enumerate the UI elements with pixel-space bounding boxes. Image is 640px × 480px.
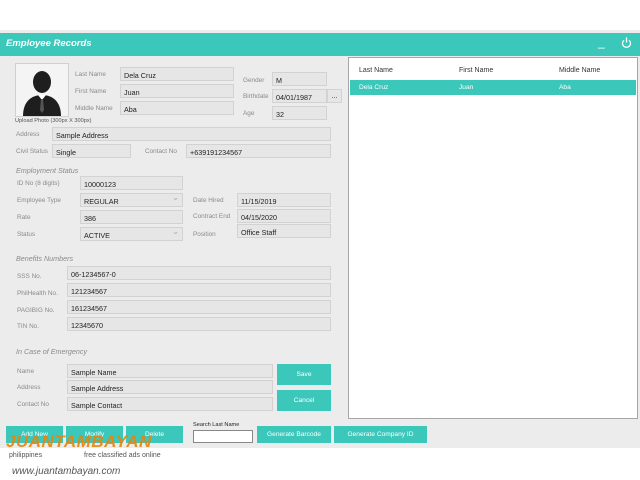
contact-no-label: Contact No [145, 148, 177, 155]
gender-field[interactable]: M [272, 72, 327, 86]
position-field[interactable]: Office Staff [237, 224, 331, 238]
emergency-address-label: Address [17, 384, 41, 391]
rate-label: Rate [17, 214, 31, 221]
first-name-label: First Name [75, 88, 107, 95]
generate-company-id-button[interactable]: Generate Company ID [334, 426, 427, 443]
birthdate-label: Birthdate [243, 93, 269, 100]
contract-end-field[interactable]: 04/15/2020 [237, 209, 331, 223]
philhealth-label: PhilHealth No. [17, 290, 58, 297]
employment-status-heading: Employment Status [16, 166, 79, 175]
date-hired-label: Date Hired [193, 197, 224, 204]
pagibig-field[interactable]: 161234567 [67, 300, 331, 314]
gender-label: Gender [243, 77, 265, 84]
position-label: Position [193, 231, 216, 238]
photo-caption: Upload Photo (300px X 300px) [15, 118, 92, 124]
title-bar: Employee Records _ [0, 33, 640, 56]
middle-name-label: Middle Name [75, 105, 113, 112]
civil-status-field[interactable]: Single [52, 144, 131, 158]
rate-field[interactable]: 386 [80, 210, 183, 224]
age-field[interactable]: 32 [272, 106, 327, 120]
window-title: Employee Records [6, 38, 92, 49]
watermark-logo: JUANTAMBAYAN philippines free classified… [6, 432, 196, 466]
table-row[interactable]: Dela Cruz Juan Aba [350, 80, 636, 95]
last-name-label: Last Name [75, 71, 106, 78]
id-no-field[interactable]: 10000123 [80, 176, 183, 190]
employee-type-dropdown[interactable]: REGULAR [80, 193, 183, 207]
minimize-button[interactable]: _ [598, 35, 605, 49]
pagibig-label: PAGIBIG No. [17, 307, 55, 314]
watermark-tagline: free classified ads online [84, 452, 161, 459]
sss-label: SSS No. [17, 273, 42, 280]
watermark-url: www.juantambayan.com [12, 466, 121, 477]
first-name-field[interactable]: Juan [120, 84, 234, 98]
tin-label: TIN No. [17, 323, 40, 330]
power-icon[interactable] [621, 37, 632, 49]
emergency-heading: In Case of Emergency [16, 347, 88, 356]
photo-upload[interactable] [15, 63, 69, 117]
column-header-middle-name[interactable]: Middle Name [559, 67, 600, 74]
employee-type-label: Employee Type [17, 197, 61, 204]
emergency-address-field[interactable]: Sample Address [67, 380, 273, 394]
emergency-name-label: Name [17, 368, 35, 375]
civil-status-label: Civil Status [16, 148, 48, 155]
search-input[interactable] [193, 430, 253, 443]
status-dropdown[interactable]: ACTIVE [80, 227, 183, 241]
column-header-first-name[interactable]: First Name [459, 67, 493, 74]
date-picker-button[interactable]: ... [327, 89, 342, 103]
emergency-name-field[interactable]: Sample Name [67, 364, 273, 378]
age-label: Age [243, 110, 255, 117]
emergency-contact-label: Contact No [17, 401, 49, 408]
cell-first-name: Juan [459, 84, 474, 91]
benefits-numbers-heading: Benefits Numbers [16, 254, 74, 263]
tin-field[interactable]: 12345670 [67, 317, 331, 331]
cell-middle-name: Aba [559, 84, 571, 91]
cell-last-name: Dela Cruz [359, 84, 389, 91]
watermark-brand: JUANTAMBAYAN [6, 432, 152, 451]
address-label: Address [16, 131, 40, 138]
birthdate-field[interactable]: 04/01/1987 [272, 89, 327, 103]
status-label: Status [17, 231, 36, 238]
philhealth-field[interactable]: 121234567 [67, 283, 331, 297]
contract-end-label: Contract End [193, 213, 231, 220]
cancel-button[interactable]: Cancel [277, 390, 331, 411]
emergency-contact-field[interactable]: Sample Contact [67, 397, 273, 411]
generate-barcode-button[interactable]: Generate Barcode [257, 426, 331, 443]
employee-grid[interactable]: Last Name First Name Middle Name Dela Cr… [348, 57, 638, 419]
last-name-field[interactable]: Dela Cruz [120, 67, 234, 81]
search-label: Search Last Name [193, 422, 240, 428]
user-silhouette-icon [23, 71, 61, 116]
column-header-last-name[interactable]: Last Name [359, 67, 393, 74]
save-button[interactable]: Save [277, 364, 331, 385]
sss-field[interactable]: 06-1234567-0 [67, 266, 331, 280]
id-no-label: ID No (8 digits) [17, 180, 60, 187]
address-field[interactable]: Sample Address [52, 127, 331, 141]
contact-no-field[interactable]: +639191234567 [186, 144, 331, 158]
middle-name-field[interactable]: Aba [120, 101, 234, 115]
date-hired-field[interactable]: 11/15/2019 [237, 193, 331, 207]
watermark-country: philippines [9, 452, 43, 459]
